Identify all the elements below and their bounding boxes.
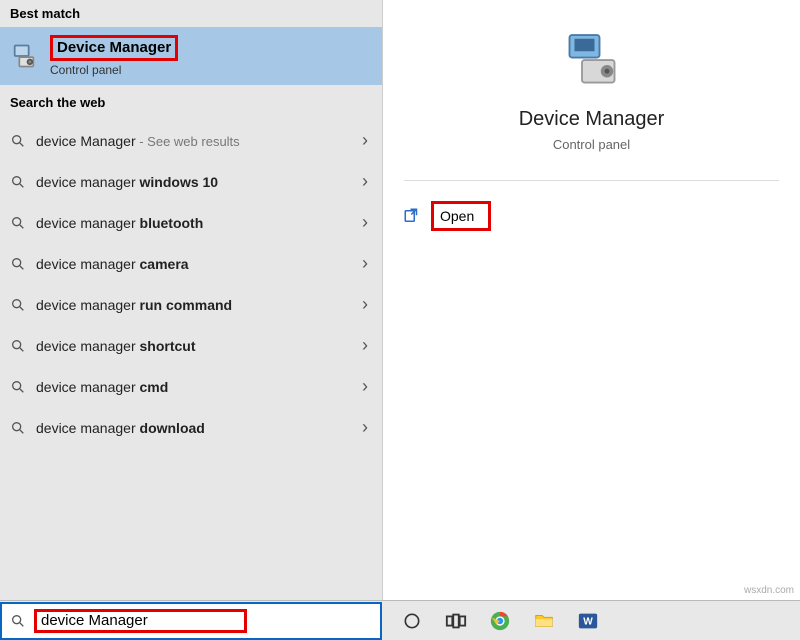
taskbar: W (0, 600, 800, 640)
web-result-text: device manager run command (36, 297, 232, 313)
web-result-item[interactable]: device manager windows 10 › (0, 161, 382, 202)
device-manager-large-icon (562, 30, 622, 90)
chevron-right-icon: › (362, 376, 368, 397)
detail-divider (404, 180, 779, 181)
open-icon (403, 207, 421, 225)
search-results-panel: Best match Device Manager Control panel … (0, 0, 382, 600)
chevron-right-icon: › (362, 335, 368, 356)
web-result-item[interactable]: device manager run command › (0, 284, 382, 325)
web-result-item[interactable]: device manager bluetooth › (0, 202, 382, 243)
web-result-text: device manager shortcut (36, 338, 196, 354)
web-result-text: device Manager - See web results (36, 133, 240, 149)
chevron-right-icon: › (362, 171, 368, 192)
search-icon (10, 297, 26, 313)
taskbar-icons: W (382, 609, 600, 633)
search-icon (10, 338, 26, 354)
search-icon (10, 174, 26, 190)
best-match-subtitle: Control panel (50, 63, 178, 77)
chevron-right-icon: › (362, 212, 368, 233)
search-icon (10, 133, 26, 149)
web-result-text: device manager cmd (36, 379, 168, 395)
taskbar-search-box[interactable] (0, 602, 382, 640)
cortana-icon[interactable] (400, 609, 424, 633)
chrome-icon[interactable] (488, 609, 512, 633)
search-input[interactable] (41, 612, 240, 629)
search-icon (10, 379, 26, 395)
web-result-text: device manager download (36, 420, 205, 436)
web-result-item[interactable]: device manager camera › (0, 243, 382, 284)
search-icon (10, 613, 26, 629)
search-web-header: Search the web (0, 89, 382, 116)
web-result-text: device manager windows 10 (36, 174, 218, 190)
web-result-item[interactable]: device Manager - See web results › (0, 120, 382, 161)
svg-text:W: W (583, 616, 593, 627)
best-match-result[interactable]: Device Manager Control panel (0, 27, 382, 85)
search-icon (10, 215, 26, 231)
best-match-title: Device Manager (57, 39, 171, 56)
best-match-title-highlight: Device Manager (50, 35, 178, 61)
chevron-right-icon: › (362, 294, 368, 315)
web-results-list: device Manager - See web results›device … (0, 116, 382, 452)
device-manager-icon (10, 42, 38, 70)
search-icon (10, 256, 26, 272)
chevron-right-icon: › (362, 253, 368, 274)
web-result-item[interactable]: device manager download › (0, 407, 382, 448)
open-action[interactable]: Open (403, 201, 491, 231)
open-label: Open (440, 208, 474, 224)
file-explorer-icon[interactable] (532, 609, 556, 633)
detail-panel: Device Manager Control panel Open (382, 0, 800, 600)
search-input-highlight (34, 609, 247, 633)
web-result-item[interactable]: device manager cmd › (0, 366, 382, 407)
best-match-header: Best match (0, 0, 382, 27)
chevron-right-icon: › (362, 417, 368, 438)
watermark: wsxdn.com (744, 585, 794, 596)
web-result-item[interactable]: device manager shortcut › (0, 325, 382, 366)
web-result-text: device manager camera (36, 256, 189, 272)
task-view-icon[interactable] (444, 609, 468, 633)
chevron-right-icon: › (362, 130, 368, 151)
detail-subtitle: Control panel (553, 137, 630, 152)
web-result-text: device manager bluetooth (36, 215, 203, 231)
open-label-highlight: Open (431, 201, 491, 231)
detail-title: Device Manager (519, 108, 665, 131)
search-icon (10, 420, 26, 436)
word-icon[interactable]: W (576, 609, 600, 633)
